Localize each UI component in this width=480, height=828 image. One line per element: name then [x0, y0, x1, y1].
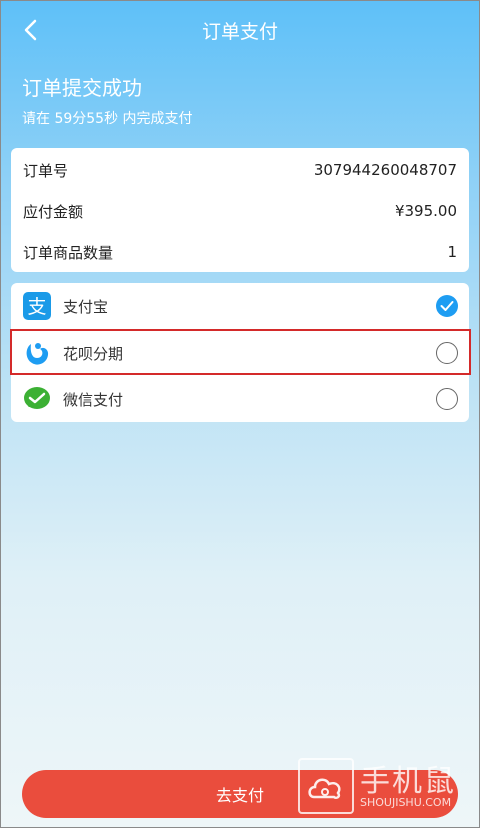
radio-selected[interactable] [436, 295, 458, 317]
payment-methods-card: 支 支付宝 花呗分期 微信支付 [11, 283, 469, 422]
page-title: 订单支付 [201, 21, 278, 43]
order-number-value: 307944260048707 [313, 161, 457, 179]
success-heading: 订单提交成功 [22, 76, 142, 100]
payment-countdown: 请在 59分55秒 内完成支付 [22, 111, 193, 127]
payment-option-wechat[interactable]: 微信支付 [11, 376, 469, 422]
watermark: 手机鼠 SHOUJISHU.COM [298, 756, 468, 816]
item-count-row: 订单商品数量 1 [23, 242, 457, 262]
payment-option-alipay[interactable]: 支 支付宝 [11, 283, 469, 329]
watermark-url: SHOUJISHU.COM [360, 796, 452, 809]
radio-unselected[interactable] [436, 342, 458, 364]
payment-option-label: 花呗分期 [63, 344, 124, 363]
alipay-icon: 支 [23, 292, 51, 320]
order-summary-card: 订单号 307944260048707 应付金额 ¥395.00 订单商品数量 … [11, 148, 469, 272]
checkmark-icon [440, 301, 454, 311]
huabei-icon [23, 339, 51, 367]
watermark-brand: 手机鼠 [360, 764, 456, 799]
radio-unselected[interactable] [436, 388, 458, 410]
amount-due-row: 应付金额 ¥395.00 [23, 201, 457, 221]
mouse-logo-icon [298, 758, 354, 814]
payment-option-huabei[interactable]: 花呗分期 [11, 330, 469, 376]
payment-option-label: 支付宝 [63, 297, 109, 316]
item-count-label: 订单商品数量 [23, 243, 114, 262]
order-number-row: 订单号 307944260048707 [23, 160, 457, 180]
amount-due-label: 应付金额 [23, 202, 84, 221]
amount-due-value: ¥395.00 [394, 202, 457, 220]
svg-text:支: 支 [27, 296, 46, 318]
top-bar: 订单支付 [0, 0, 480, 60]
item-count-value: 1 [447, 243, 457, 261]
wechat-pay-icon [23, 385, 51, 413]
order-number-label: 订单号 [23, 161, 69, 180]
payment-option-label: 微信支付 [63, 390, 124, 409]
